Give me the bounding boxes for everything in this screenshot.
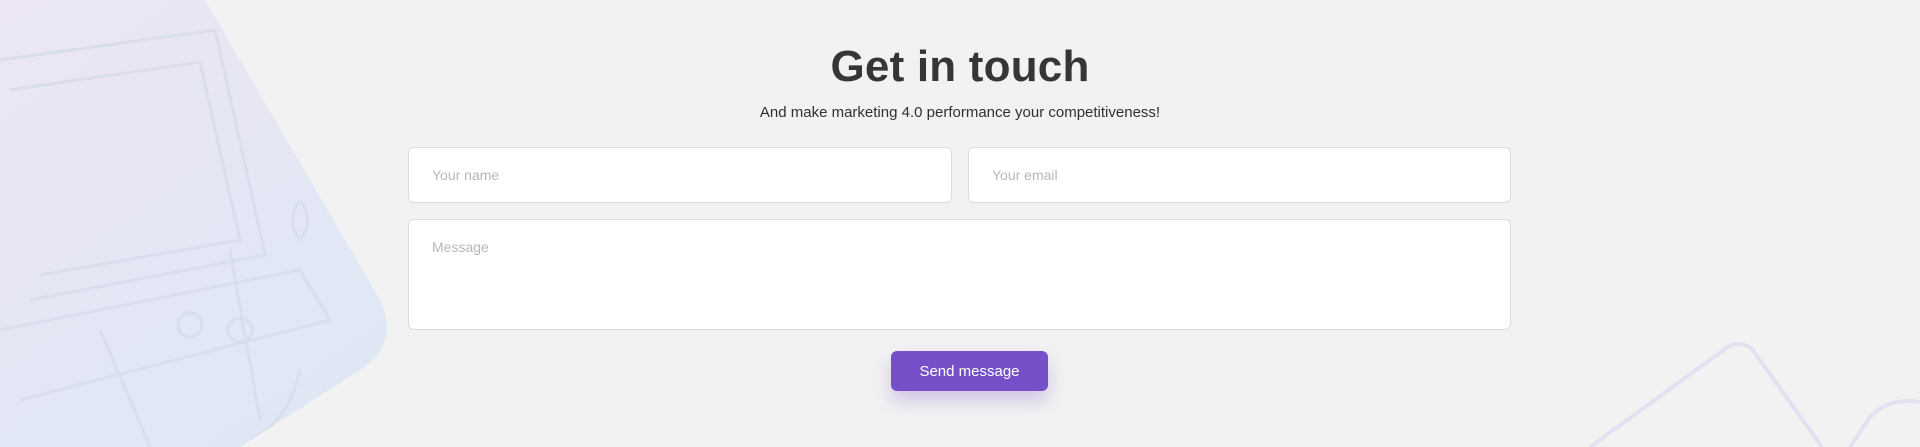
- send-message-button[interactable]: Send message: [891, 351, 1048, 391]
- subtitle: And make marketing 4.0 performance your …: [759, 104, 1161, 121]
- contact-section: Get in touch And make marketing 4.0 perf…: [0, 0, 1920, 447]
- name-input[interactable]: [408, 147, 952, 203]
- email-input[interactable]: [968, 147, 1511, 203]
- page-title: Get in touch: [830, 42, 1090, 91]
- message-textarea[interactable]: [408, 219, 1511, 330]
